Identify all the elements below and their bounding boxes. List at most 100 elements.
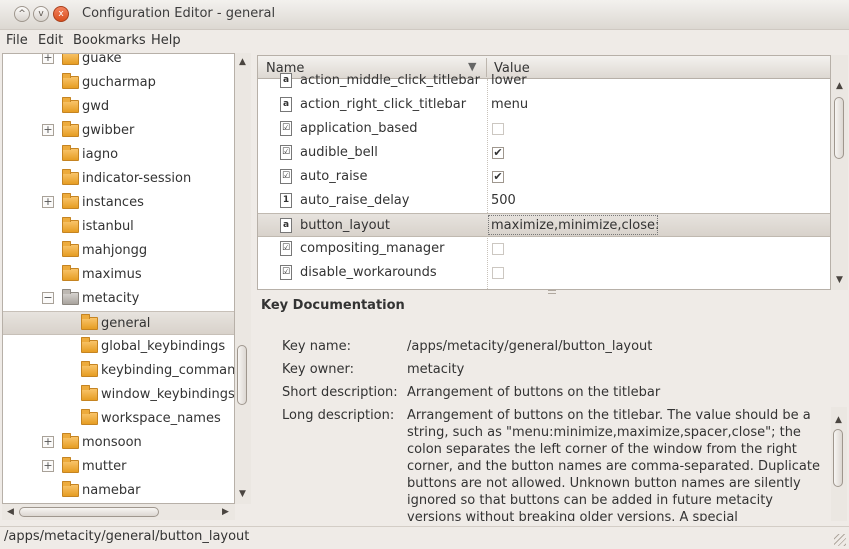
list-vscrollbar[interactable]: ▲ ▼ (831, 55, 848, 290)
folder-icon (62, 481, 79, 497)
tree-item-label: workspace_names (101, 411, 221, 426)
key-row-button-layout[interactable]: a button_layout maximize,minimize,close: (258, 213, 830, 237)
tree-item-metacity[interactable]: − metacity (3, 287, 234, 311)
expand-icon[interactable]: + (42, 124, 54, 136)
tree-item-gwd[interactable]: gwd (3, 95, 234, 119)
tree-item-iagno[interactable]: iagno (3, 143, 234, 167)
list-vscroll-thumb[interactable] (834, 97, 844, 159)
minimize-button[interactable]: ^ (14, 6, 30, 22)
key-name: action_right_click_titlebar (300, 97, 467, 112)
key-row-disable-workarounds[interactable]: ☑ disable_workarounds (258, 261, 830, 285)
tree-item-guake[interactable]: + guake (3, 54, 234, 71)
key-name: action_middle_click_titlebar (300, 73, 480, 88)
short-desc-value: Arrangement of buttons on the titlebar (407, 385, 661, 400)
key-name: auto_raise (300, 169, 368, 184)
checkbox-unchecked[interactable] (492, 123, 504, 135)
key-row-action-middle-click-titlebar[interactable]: a action_middle_click_titlebar lower (258, 69, 830, 93)
menu-bar: File Edit Bookmarks Help (0, 30, 849, 52)
tree-item-label: iagno (82, 147, 119, 162)
tree-item-label: maximus (82, 267, 142, 282)
checkbox-checked[interactable]: ✔ (492, 147, 504, 159)
tree-item-indicator-session[interactable]: indicator-session (3, 167, 234, 191)
window-title: Configuration Editor - general (82, 6, 276, 21)
scroll-up-icon[interactable]: ▲ (833, 81, 846, 91)
tree-item-gwibber[interactable]: + gwibber (3, 119, 234, 143)
tree-item-workspace-names[interactable]: workspace_names (3, 407, 234, 431)
menu-bookmarks[interactable]: Bookmarks (73, 33, 146, 48)
tree-vscrollbar[interactable]: ▲ ▼ (235, 53, 251, 504)
tree-item-gucharmap[interactable]: gucharmap (3, 71, 234, 95)
tree-item-keybinding-commands[interactable]: keybinding_commands (3, 359, 234, 383)
bool-key-icon: ☑ (280, 265, 292, 280)
scroll-down-icon[interactable]: ▼ (833, 275, 846, 285)
doc-vscrollbar[interactable]: ▲ (831, 407, 847, 521)
tree-item-label: metacity (82, 291, 140, 306)
tree-item-mahjongg[interactable]: mahjongg (3, 239, 234, 263)
tree-item-mutter[interactable]: + mutter (3, 455, 234, 479)
expand-icon[interactable]: + (42, 196, 54, 208)
key-tree[interactable]: + guake gucharmap gwd + gwibber iagno indicator… (2, 53, 235, 504)
checkbox-checked[interactable]: ✔ (492, 171, 504, 183)
tree-item-label: global_keybindings (101, 339, 226, 354)
bool-key-icon: ☑ (280, 145, 292, 160)
tree-item-label: namebar (82, 483, 141, 498)
folder-icon (62, 217, 79, 233)
tree-item-label: gucharmap (82, 75, 156, 90)
tree-item-instances[interactable]: + instances (3, 191, 234, 215)
key-value[interactable]: lower (491, 73, 527, 88)
maximize-button[interactable]: v (33, 6, 49, 22)
tree-item-label: keybinding_commands (101, 363, 235, 378)
key-value[interactable]: menu (491, 97, 528, 112)
key-row-compositing-manager[interactable]: ☑ compositing_manager (258, 237, 830, 261)
menu-edit[interactable]: Edit (38, 33, 63, 48)
tree-item-window-keybindings[interactable]: window_keybindings (3, 383, 234, 407)
scroll-down-icon[interactable]: ▼ (236, 489, 249, 499)
folder-icon (62, 433, 79, 449)
tree-hscrollbar[interactable]: ◀ ▶ (2, 504, 235, 520)
scroll-up-icon[interactable]: ▲ (832, 415, 845, 425)
tree-vscroll-thumb[interactable] (237, 345, 247, 405)
title-bar: ^ v x Configuration Editor - general (0, 0, 849, 30)
key-row-auto-raise-delay[interactable]: 1 auto_raise_delay 500 (258, 189, 830, 213)
key-name: disable_workarounds (300, 265, 437, 280)
menu-help[interactable]: Help (151, 33, 181, 48)
checkbox-unchecked[interactable] (492, 267, 504, 279)
key-name: application_based (300, 121, 418, 136)
resize-grip-icon[interactable] (834, 534, 846, 546)
key-row-audible-bell[interactable]: ☑ audible_bell ✔ (258, 141, 830, 165)
folder-icon (62, 457, 79, 473)
key-row-action-right-click-titlebar[interactable]: a action_right_click_titlebar menu (258, 93, 830, 117)
folder-icon (62, 73, 79, 89)
folder-open-icon (62, 289, 79, 305)
short-desc-label: Short description: (282, 385, 398, 400)
close-button[interactable]: x (53, 6, 69, 22)
tree-item-general[interactable]: general (3, 311, 234, 335)
expand-icon[interactable]: + (42, 54, 54, 64)
tree-item-label: monsoon (82, 435, 142, 450)
menu-file[interactable]: File (6, 33, 28, 48)
tree-item-monsoon[interactable]: + monsoon (3, 431, 234, 455)
key-owner-value: metacity (407, 362, 465, 377)
pane-splitter[interactable] (548, 290, 556, 294)
checkbox-unchecked[interactable] (492, 243, 504, 255)
scroll-left-icon[interactable]: ◀ (4, 507, 17, 517)
key-row-auto-raise[interactable]: ☑ auto_raise ✔ (258, 165, 830, 189)
tree-hscroll-thumb[interactable] (19, 507, 159, 517)
string-key-icon: a (280, 218, 292, 233)
tree-item-global-keybindings[interactable]: global_keybindings (3, 335, 234, 359)
expand-icon[interactable]: + (42, 460, 54, 472)
tree-item-maximus[interactable]: maximus (3, 263, 234, 287)
folder-icon (62, 97, 79, 113)
tree-item-istanbul[interactable]: istanbul (3, 215, 234, 239)
key-row-application-based[interactable]: ☑ application_based (258, 117, 830, 141)
collapse-icon[interactable]: − (42, 292, 54, 304)
expand-icon[interactable]: + (42, 436, 54, 448)
tree-item-namebar[interactable]: namebar (3, 479, 234, 503)
key-list[interactable]: Name ▼ Value a action_middle_click_titleb… (257, 55, 831, 290)
doc-vscroll-thumb[interactable] (833, 429, 843, 487)
scroll-right-icon[interactable]: ▶ (219, 507, 232, 517)
key-value[interactable]: maximize,minimize,close: (491, 218, 659, 233)
scroll-up-icon[interactable]: ▲ (236, 57, 249, 67)
folder-icon (81, 337, 98, 353)
key-value[interactable]: 500 (491, 193, 516, 208)
